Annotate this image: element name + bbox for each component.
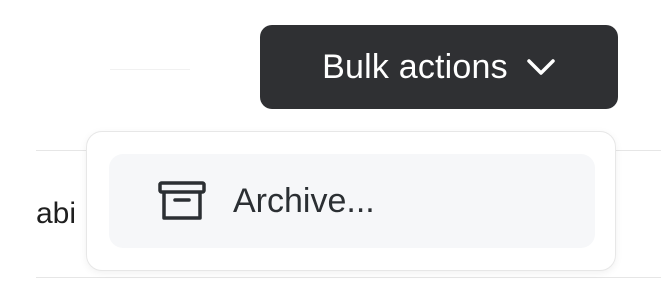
archive-icon xyxy=(158,181,206,220)
menu-item-archive[interactable]: Archive... xyxy=(109,154,595,248)
table-cell-text: abi xyxy=(36,197,77,230)
bulk-actions-button[interactable]: Bulk actions xyxy=(260,25,618,109)
bulk-actions-label: Bulk actions xyxy=(322,48,508,86)
chevron-down-icon xyxy=(527,59,555,75)
background-divider xyxy=(110,69,190,70)
archive-label: Archive... xyxy=(233,182,375,220)
table-row-divider xyxy=(36,277,661,278)
bulk-actions-dropdown: Archive... xyxy=(86,131,616,271)
